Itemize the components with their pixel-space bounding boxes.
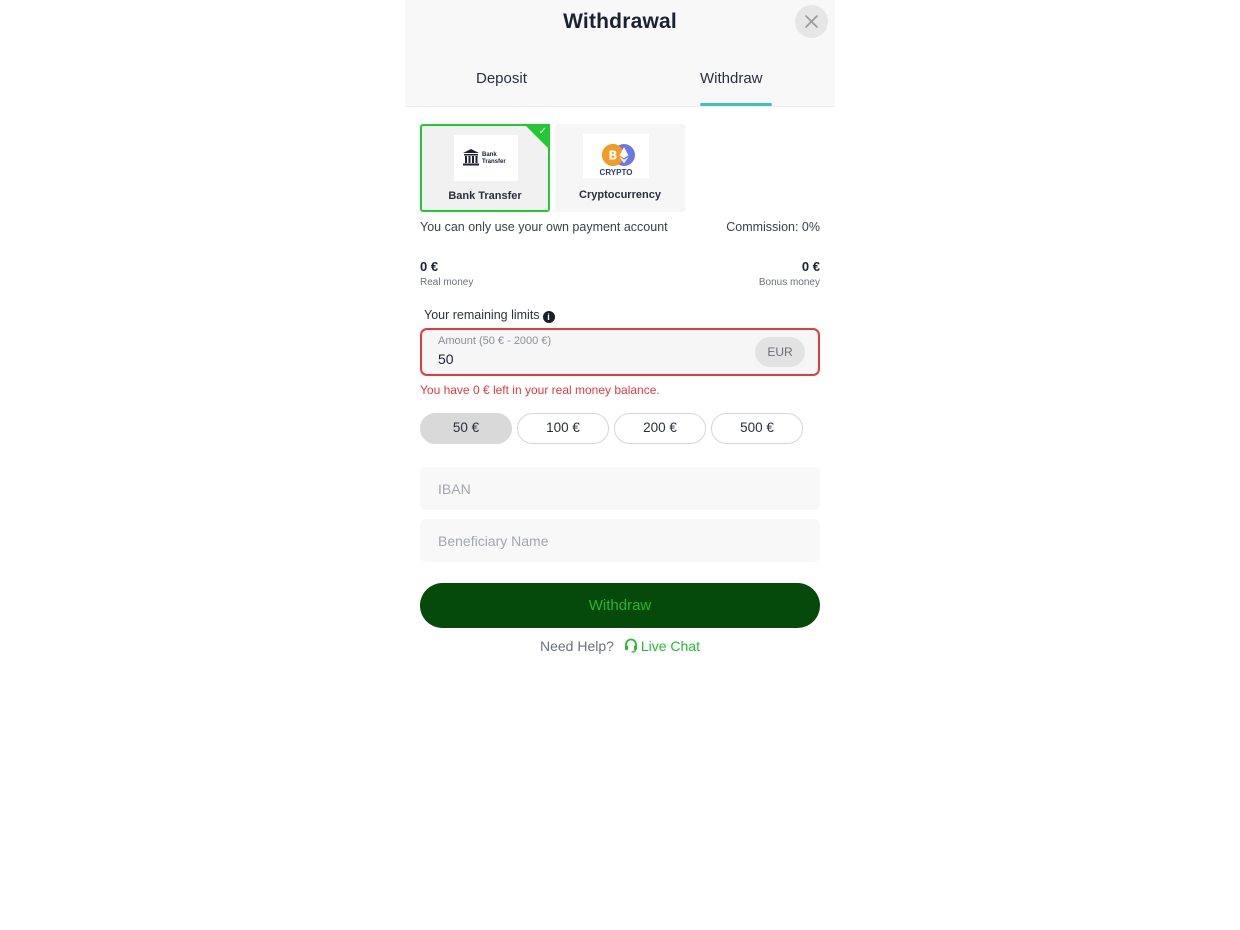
withdraw-button[interactable]: Withdraw xyxy=(420,583,820,628)
bank-icon xyxy=(463,149,479,166)
crypto-logo: B CRYPTO xyxy=(583,134,649,178)
tab-withdraw[interactable]: Withdraw xyxy=(700,70,763,87)
tab-deposit[interactable]: Deposit xyxy=(476,70,527,87)
quick-amount-100[interactable]: 100 € xyxy=(517,413,609,444)
headset-icon xyxy=(624,638,637,653)
amount-field[interactable]: Amount (50 € - 2000 €) EUR xyxy=(420,328,820,376)
real-money-label: Real money xyxy=(420,277,474,288)
commission-text: Commission: 0% xyxy=(726,220,820,234)
svg-text:B: B xyxy=(608,149,617,163)
quick-amount-200[interactable]: 200 € xyxy=(614,413,706,444)
remaining-limits[interactable]: Your remaining limits i xyxy=(424,308,555,323)
payment-method-bank-transfer[interactable]: Bank Transfer Bank Transfer ✓ xyxy=(420,124,550,212)
bank-logo-text-1: Bank xyxy=(482,152,497,158)
real-money-value: 0 € xyxy=(420,259,439,274)
modal-title: Withdrawal xyxy=(563,10,677,33)
bank-logo-text-2: Transfer xyxy=(482,159,506,165)
quick-amount-500[interactable]: 500 € xyxy=(711,413,803,444)
quick-amount-50[interactable]: 50 € xyxy=(420,413,512,444)
own-account-notice: You can only use your own payment accoun… xyxy=(420,220,668,234)
payment-method-cryptocurrency[interactable]: B CRYPTO Cryptocurrency xyxy=(555,124,685,212)
amount-input[interactable] xyxy=(438,351,738,367)
modal-header: Withdrawal Deposit Withdraw xyxy=(405,0,835,107)
iban-input[interactable] xyxy=(420,467,820,510)
currency-badge: EUR xyxy=(755,337,805,367)
live-chat-link[interactable]: Live Chat xyxy=(624,638,700,654)
remaining-limits-label: Your remaining limits xyxy=(424,308,540,322)
info-icon[interactable]: i xyxy=(542,311,555,323)
method-label-cryptocurrency: Cryptocurrency xyxy=(579,189,661,201)
method-label-bank-transfer: Bank Transfer xyxy=(448,190,522,202)
beneficiary-name-input[interactable] xyxy=(420,519,820,562)
amount-label: Amount (50 € - 2000 €) xyxy=(438,335,552,347)
bonus-money-value: 0 € xyxy=(801,259,820,274)
live-chat-label: Live Chat xyxy=(640,638,700,654)
close-button[interactable] xyxy=(795,5,828,38)
help-row: Need Help? Live Chat xyxy=(405,638,835,654)
amount-error-message: You have 0 € left in your real money bal… xyxy=(420,383,660,397)
checkmark-icon: ✓ xyxy=(538,126,547,137)
active-tab-indicator xyxy=(700,103,772,106)
need-help-text: Need Help? xyxy=(540,638,614,654)
bank-transfer-logo: Bank Transfer xyxy=(454,135,518,181)
withdrawal-modal: Withdrawal Deposit Withdraw Bank Transfe… xyxy=(405,0,835,670)
bonus-money-label: Bonus money xyxy=(758,277,820,288)
crypto-logo-text: CRYPTO xyxy=(599,168,633,177)
close-icon xyxy=(805,15,818,28)
